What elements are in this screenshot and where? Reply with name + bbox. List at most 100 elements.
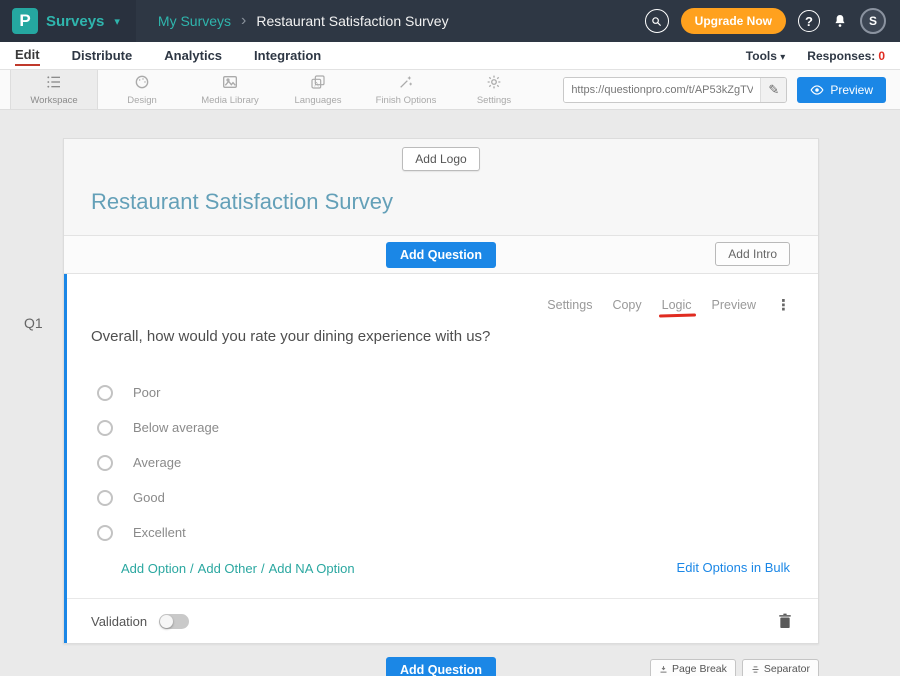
page-break-button[interactable]: Page Break — [650, 659, 736, 676]
toolbar-item-label: Workspace — [30, 95, 77, 106]
breadcrumb-my-surveys[interactable]: My Surveys — [158, 13, 231, 29]
radio-button-icon[interactable] — [97, 490, 113, 506]
toolbar-item-workspace[interactable]: Workspace — [10, 70, 98, 109]
question-copy-link[interactable]: Copy — [612, 298, 641, 312]
link-separator: / — [261, 561, 265, 576]
option-row-excellent[interactable]: Excellent — [67, 515, 818, 550]
add-option-link[interactable]: Add Option — [121, 561, 186, 576]
design-palette-icon — [134, 74, 150, 93]
workspace-list-icon — [46, 74, 62, 93]
add-logo-button[interactable]: Add Logo — [402, 147, 479, 171]
help-icon[interactable]: ? — [798, 10, 820, 32]
survey-url-input[interactable] — [564, 78, 760, 102]
option-row-average[interactable]: Average — [67, 445, 818, 480]
radio-button-icon[interactable] — [97, 420, 113, 436]
eye-icon — [810, 85, 824, 95]
option-links-row: Add Option / Add Other / Add NA Option Edit … — [121, 560, 818, 578]
link-separator: / — [190, 561, 194, 576]
question-text[interactable]: Overall, how would you rate your dining … — [91, 328, 818, 345]
question-number: Q1 — [24, 315, 43, 331]
survey-title[interactable]: Restaurant Satisfaction Survey — [91, 189, 818, 215]
toolbar-item-languages[interactable]: A Languages — [274, 70, 362, 109]
tab-analytics[interactable]: Analytics — [164, 46, 222, 65]
tab-edit[interactable]: Edit — [15, 45, 40, 66]
question-block-q1: Settings Copy Logic Preview ⋮ Overall, h… — [64, 274, 818, 643]
edit-options-in-bulk-link[interactable]: Edit Options in Bulk — [677, 560, 790, 575]
option-label[interactable]: Below average — [133, 420, 219, 435]
responses-count: 0 — [878, 49, 885, 63]
toolbar-item-label: Finish Options — [376, 95, 437, 106]
add-question-button-top[interactable]: Add Question — [386, 242, 496, 268]
separator-label: Separator — [764, 663, 810, 675]
toolbar-item-label: Media Library — [201, 95, 259, 106]
toolbar-right: ✎ Preview — [563, 70, 900, 109]
toolbar-item-design[interactable]: Design — [98, 70, 186, 109]
media-image-icon — [222, 74, 238, 93]
product-switcher[interactable]: P Surveys ▾ — [0, 0, 136, 42]
radio-button-icon[interactable] — [97, 455, 113, 471]
question-actions: Settings Copy Logic Preview ⋮ — [67, 274, 818, 314]
toolbar-item-finish-options[interactable]: Finish Options — [362, 70, 450, 109]
product-label: Surveys — [46, 13, 104, 30]
app: P Surveys ▾ My Surveys › Restaurant Sati… — [0, 0, 900, 676]
tools-menu[interactable]: Tools ▾ — [746, 49, 785, 63]
radio-button-icon[interactable] — [97, 525, 113, 541]
question-logic-link[interactable]: Logic — [662, 298, 692, 312]
validation-toggle[interactable] — [159, 614, 189, 629]
option-label[interactable]: Average — [133, 455, 181, 470]
option-row-poor[interactable]: Poor — [67, 375, 818, 410]
option-label[interactable]: Excellent — [133, 525, 186, 540]
add-question-button-bottom[interactable]: Add Question — [386, 657, 496, 676]
toggle-knob — [160, 615, 173, 628]
option-label[interactable]: Good — [133, 490, 165, 505]
add-intro-button[interactable]: Add Intro — [715, 242, 790, 266]
breadcrumb: My Surveys › Restaurant Satisfaction Sur… — [158, 12, 449, 30]
languages-translate-icon: A — [310, 74, 326, 93]
add-na-option-link[interactable]: Add NA Option — [269, 561, 355, 576]
tab-integration[interactable]: Integration — [254, 46, 321, 65]
radio-button-icon[interactable] — [97, 385, 113, 401]
answer-options-list: Poor Below average Average Good — [67, 375, 818, 550]
validation-row: Validation — [67, 599, 818, 643]
page-footer-row: Add Question Page Break Separator — [63, 656, 819, 676]
editor-canvas: Q1 Add Logo Restaurant Satisfaction Surv… — [0, 110, 900, 676]
option-label[interactable]: Poor — [133, 385, 160, 400]
toolbar-item-settings[interactable]: Settings — [450, 70, 538, 109]
validation-label: Validation — [91, 614, 147, 629]
edit-url-pencil-icon[interactable]: ✎ — [760, 78, 786, 102]
logic-label: Logic — [662, 298, 692, 312]
separator-button[interactable]: Separator — [742, 659, 819, 676]
survey-header-section: Add Logo Restaurant Satisfaction Survey — [64, 139, 818, 236]
notifications-bell-icon[interactable] — [832, 13, 848, 29]
responses-label: Responses: — [807, 49, 875, 63]
search-icon[interactable] — [645, 9, 669, 33]
editor-toolbar: Workspace Design Media Library A Languag… — [0, 70, 900, 110]
add-other-link[interactable]: Add Other — [198, 561, 257, 576]
option-row-good[interactable]: Good — [67, 480, 818, 515]
breadcrumb-current-survey: Restaurant Satisfaction Survey — [256, 13, 448, 29]
option-row-below-average[interactable]: Below average — [67, 410, 818, 445]
question-more-menu-icon[interactable]: ⋮ — [776, 296, 792, 314]
page-break-label: Page Break — [672, 663, 727, 675]
logic-red-underline-annotation — [659, 314, 696, 318]
survey-navbar: Edit Distribute Analytics Integration To… — [0, 42, 900, 70]
toolbar-item-label: Settings — [477, 95, 511, 106]
breadcrumb-separator-icon: › — [241, 12, 246, 30]
upgrade-now-button[interactable]: Upgrade Now — [681, 8, 786, 34]
topbar-actions: Upgrade Now ? S — [645, 8, 900, 34]
tools-label: Tools — [746, 49, 777, 63]
responses-counter[interactable]: Responses:0 — [807, 49, 885, 63]
gear-icon — [486, 74, 502, 93]
toolbar-item-media-library[interactable]: Media Library — [186, 70, 274, 109]
delete-question-trash-icon[interactable] — [778, 613, 792, 629]
separator-icon — [751, 665, 760, 674]
preview-button[interactable]: Preview — [797, 77, 886, 103]
footer-right-buttons: Page Break Separator — [650, 659, 819, 676]
toolbar-item-label: Design — [127, 95, 157, 106]
topbar: P Surveys ▾ My Surveys › Restaurant Sati… — [0, 0, 900, 42]
question-settings-link[interactable]: Settings — [547, 298, 592, 312]
question-preview-link[interactable]: Preview — [712, 298, 756, 312]
user-avatar[interactable]: S — [860, 8, 886, 34]
magic-wand-icon — [398, 74, 414, 93]
tab-distribute[interactable]: Distribute — [72, 46, 133, 65]
